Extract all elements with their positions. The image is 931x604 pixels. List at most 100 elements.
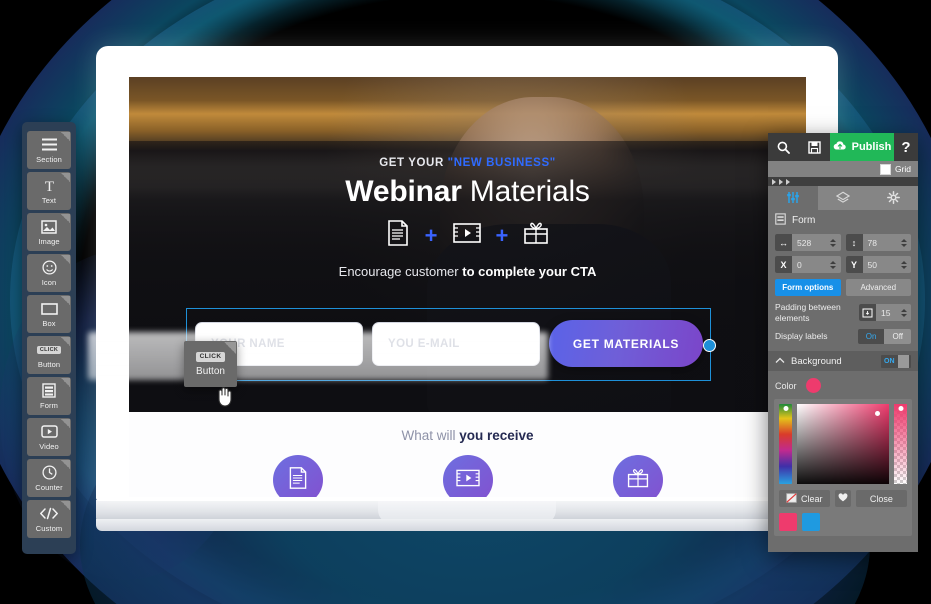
recent-swatch[interactable] [779,513,797,532]
monitor-frame: GET YOUR "NEW BUSINESS" Webinar Material… [96,46,838,501]
display-labels-off[interactable]: Off [884,329,911,345]
widget-sidebar: Section T Text Image Icon Box CLICK Butt… [22,122,76,554]
y-input[interactable]: Y 50 [845,256,911,273]
sidebar-item-label: Icon [41,277,57,287]
sidebar-item-form[interactable]: Form [27,377,71,415]
background-toggle[interactable]: ON [881,354,911,368]
color-swatch[interactable] [805,378,821,394]
editor-canvas: GET YOUR "NEW BUSINESS" Webinar Material… [129,77,806,497]
hero-title-light: Materials [461,175,590,208]
saturation-value-area[interactable] [797,404,889,485]
sidebar-item-label: Counter [35,482,63,492]
sidebar-item-label: Text [41,195,57,205]
hero-kicker-prefix: GET YOUR [379,157,448,169]
alpha-slider-knob[interactable] [898,406,903,412]
section-icon [41,137,58,153]
document-icon [287,466,309,495]
padding-stepper[interactable] [899,308,911,317]
app-screenshot: GET YOUR "NEW BUSINESS" Webinar Material… [0,0,931,604]
padding-value: 15 [881,307,891,318]
hero-subtitle-bold: to complete your CTA [462,264,597,279]
dragged-button-widget[interactable]: CLICK Button [184,341,237,387]
height-value: 78 [867,237,877,248]
hero-icon-row: + + [385,219,551,252]
hero-kicker-highlight: "NEW BUSINESS" [447,157,556,169]
hue-slider[interactable] [779,404,792,485]
value-section: What will you receive Your Value Proposi… [129,412,806,497]
code-icon [39,506,59,522]
help-button[interactable]: ? [894,133,918,161]
clear-label: Clear [801,493,823,504]
value-heading-bold: you receive [459,428,534,443]
image-icon [41,219,57,235]
display-labels-on[interactable]: On [857,329,885,345]
cloud-upload-icon [833,140,847,154]
width-stepper[interactable] [829,238,841,247]
value-heading-light: What will [401,428,460,443]
resize-handle[interactable] [703,339,716,352]
settings-tab[interactable] [868,186,918,210]
value-section-heading: What will you receive [129,412,806,443]
video-film-icon [452,220,482,251]
publish-button[interactable]: Publish [830,133,894,161]
sv-picker-knob[interactable] [875,411,880,417]
sidebar-item-custom[interactable]: Custom [27,500,71,538]
hero-title: Webinar Materials [345,175,590,209]
gift-icon [522,219,550,252]
favorite-color-button[interactable] [834,490,851,508]
sidebar-item-icon[interactable]: Icon [27,254,71,292]
y-axis-icon: Y [845,256,863,273]
sidebar-item-button[interactable]: CLICK Button [27,336,71,374]
color-picker-buttons: Clear Close [779,490,907,508]
smiley-icon [41,260,57,276]
document-icon [385,219,411,252]
value-prop-icon-circle [612,455,663,497]
sidebar-item-label: Section [36,154,62,164]
close-picker-button[interactable]: Close [855,490,907,508]
dragged-widget-label: Button [196,365,225,377]
sidebar-item-text[interactable]: T Text [27,172,71,210]
recent-swatch[interactable] [802,513,820,532]
plus-sign: + [495,222,509,248]
advanced-button[interactable]: Advanced [845,279,911,296]
height-arrow-icon: ↕ [845,234,863,251]
color-picker-gradients [779,404,907,485]
height-stepper[interactable] [899,238,911,247]
recent-swatches [779,513,907,532]
sidebar-item-label: Box [42,318,56,328]
click-button-icon: CLICK [195,351,226,362]
sidebar-item-counter[interactable]: Counter [27,459,71,497]
x-stepper[interactable] [829,260,841,269]
video-play-icon [40,424,58,440]
clear-color-button[interactable]: Clear [779,490,830,508]
sidebar-item-image[interactable]: Image [27,213,71,251]
alpha-slider[interactable] [894,404,907,485]
no-color-icon [786,493,797,505]
sidebar-item-video[interactable]: Video [27,418,71,456]
layers-tab[interactable] [818,186,868,210]
grid-label: Grid [894,164,911,174]
padding-input[interactable]: 15 [859,304,911,322]
hero-kicker: GET YOUR "NEW BUSINESS" [379,157,556,169]
background-toggle-label: ON [884,357,895,365]
height-input[interactable]: ↕ 78 [845,234,911,251]
sidebar-item-section[interactable]: Section [27,131,71,169]
hero-subtitle-light: Encourage customer [338,264,463,279]
monitor-stand-foot [96,519,838,531]
display-labels-toggle[interactable]: On Off [857,329,911,345]
sidebar-item-label: Custom [35,523,63,533]
sidebar-item-box[interactable]: Box [27,295,71,333]
heart-icon [838,493,848,504]
form-icon [42,383,56,399]
help-label: ? [901,138,911,156]
toggle-knob [897,354,909,368]
value-prop-item: Your Value Proposition Add description o… [409,455,527,497]
value-prop-item: Your Value Proposition Add description o… [239,455,357,497]
drag-ghost-overlay [88,332,548,380]
color-picker: Clear Close [774,399,912,537]
y-stepper[interactable] [899,260,911,269]
grid-checkbox[interactable] [879,163,891,175]
value-prop-icon-circle [442,455,493,497]
sidebar-item-label: Video [39,441,59,451]
layers-icon [835,191,851,206]
